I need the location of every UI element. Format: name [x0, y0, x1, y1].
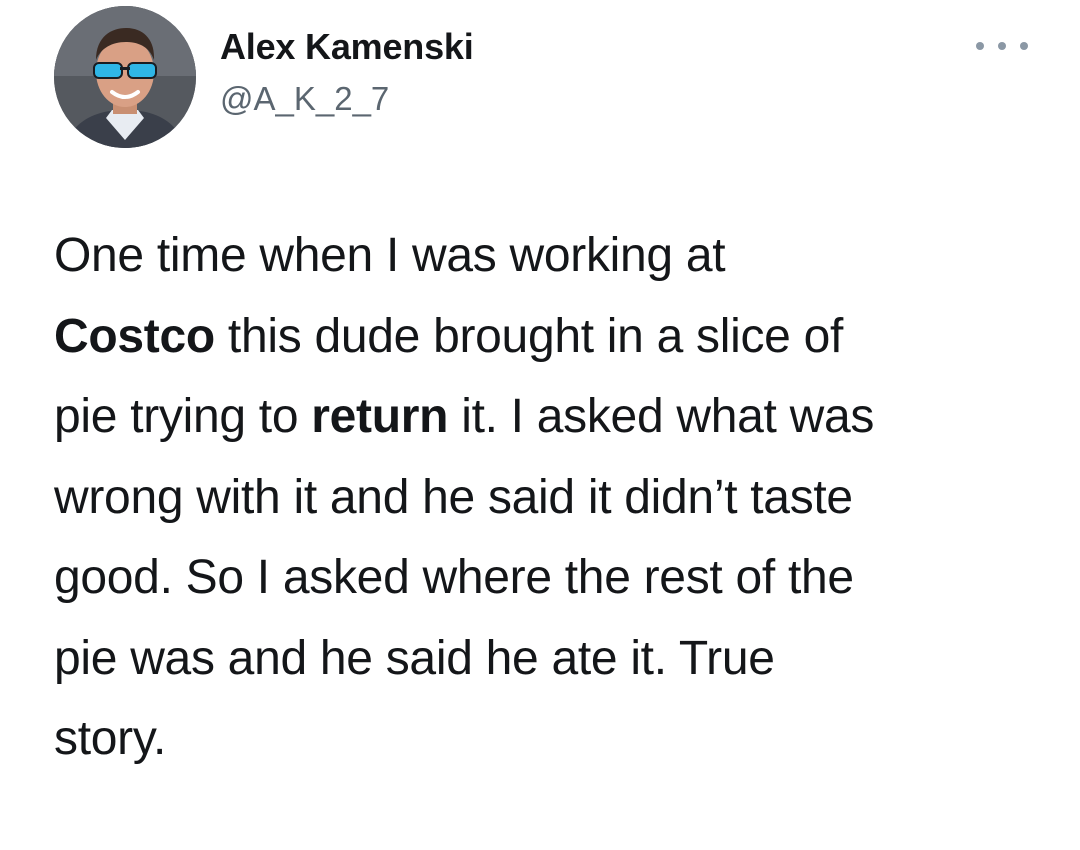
- more-options-icon[interactable]: [976, 34, 1028, 58]
- tweet-text-run: story.: [54, 712, 166, 765]
- tweet-text-run: good. So I asked where the rest of the: [54, 551, 854, 604]
- tweet-text-line: One time when I was working at: [54, 216, 1054, 297]
- tweet-text-run: pie trying to: [54, 390, 312, 443]
- tweet-text-run: wrong with it and he said it didn’t tast…: [54, 470, 853, 524]
- tweet: Alex Kamenski @A_K_2_7 One time when I w…: [0, 0, 1080, 850]
- author-display-name[interactable]: Alex Kamenski: [220, 26, 474, 68]
- more-dot: [976, 42, 984, 50]
- profile-photo-icon: [54, 6, 196, 148]
- tweet-text-line: story.: [54, 699, 1054, 780]
- more-dot: [1020, 42, 1028, 50]
- tweet-text-line: pie was and he said he ate it. True: [54, 619, 1054, 700]
- tweet-text-run: it. I asked what was: [448, 390, 875, 443]
- tweet-text-run: this dude brought in a slice of: [214, 309, 844, 363]
- author-handle[interactable]: @A_K_2_7: [220, 80, 389, 118]
- tweet-text-bold: Costco: [54, 309, 215, 363]
- avatar[interactable]: [54, 6, 196, 148]
- more-dot: [998, 42, 1006, 50]
- tweet-text-line: good. So I asked where the rest of the: [54, 538, 1054, 619]
- tweet-text-bold: return: [311, 390, 449, 443]
- tweet-text-line: pie trying to return it. I asked what wa…: [54, 377, 1054, 458]
- tweet-text-run: pie was and he said he ate it. True: [54, 631, 775, 685]
- tweet-text-line: Costco this dude brought in a slice of: [54, 297, 1054, 378]
- tweet-text: One time when I was working at Costco thi…: [54, 216, 1054, 780]
- tweet-text-line: wrong with it and he said it didn’t tast…: [54, 458, 1054, 539]
- tweet-text-run: One time when I was working at: [54, 229, 726, 282]
